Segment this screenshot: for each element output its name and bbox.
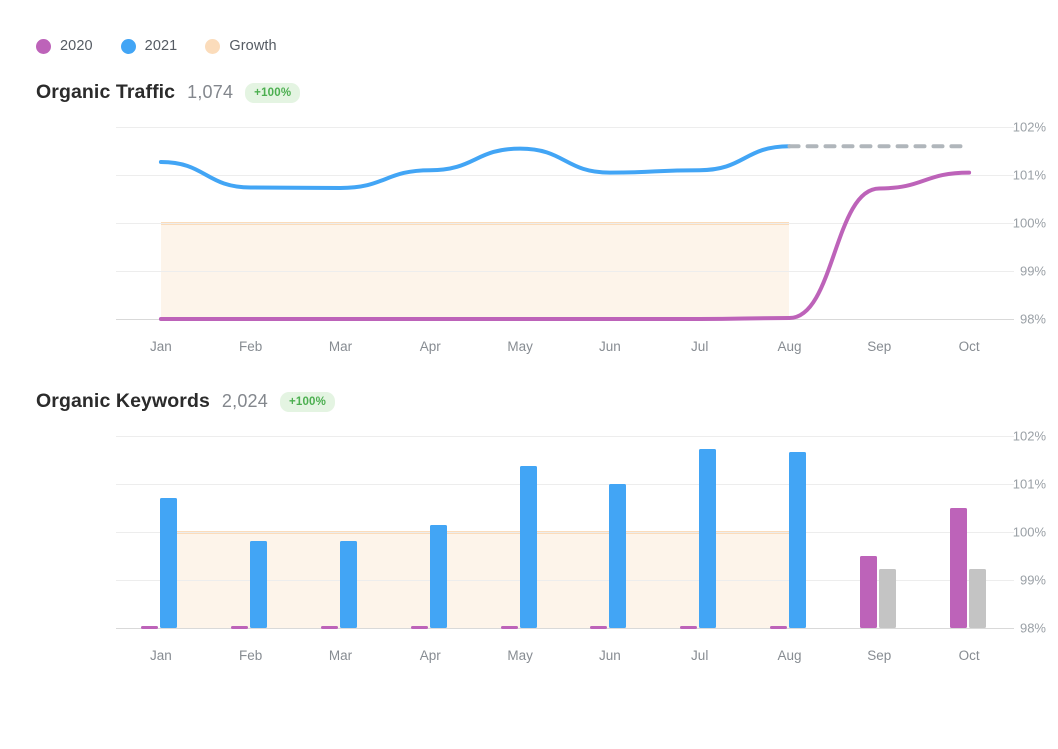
x-axis-tick-label: Aug (777, 648, 802, 663)
circle-icon (120, 38, 136, 54)
page-title: Organic Traffic (36, 81, 176, 103)
bar-2020-Feb[interactable] (231, 626, 249, 630)
bar-2021-forecast-Oct[interactable] (968, 569, 986, 628)
organic-keywords-header: Organic Keywords 2,024 +100% (0, 390, 1058, 414)
legend-label: Growth (229, 38, 277, 54)
bar-2020-Sep[interactable] (859, 556, 877, 628)
bar-2020-Oct[interactable] (949, 508, 967, 628)
legend-item-growth[interactable]: Growth (205, 38, 277, 54)
metric-value: 2,024 (221, 391, 268, 411)
x-axis-line (116, 628, 1014, 629)
gridline (116, 484, 1014, 485)
page-title: Organic Keywords (36, 390, 210, 412)
gridline (116, 532, 1014, 533)
circle-icon (36, 38, 51, 54)
bar-2020-Jan[interactable] (141, 626, 159, 630)
y-axis-tick-label: 100% (1012, 524, 1046, 540)
legend-label: 2020 (60, 38, 93, 54)
organic-traffic-header: Organic Traffic 1,074 +100% (0, 81, 1058, 105)
metric-value: 1,074 (187, 82, 234, 102)
x-axis-tick-label: Jul (691, 648, 709, 663)
bar-2020-Jun[interactable] (590, 626, 608, 630)
bar-2020-May[interactable] (500, 626, 518, 630)
y-axis-tick-label: 99% (1019, 572, 1046, 588)
y-axis-tick-label: 101% (1012, 476, 1046, 492)
line-series-2021 (158, 144, 792, 190)
x-axis-tick-label: Apr (419, 648, 441, 663)
x-axis-tick-label: Jan (150, 648, 172, 663)
line-series-2020 (158, 170, 972, 322)
status-badge: +100% (279, 392, 336, 412)
organic-traffic-chart[interactable]: 98% 99% 100% 101% 102% Jan Feb Mar Apr May Jun Jul A… (36, 115, 1046, 360)
bar-2020-Jul[interactable] (680, 626, 698, 630)
bar-2021-Aug[interactable] (789, 451, 806, 628)
x-axis-tick-label: Mar (328, 648, 353, 663)
circle-icon (205, 38, 221, 54)
line-plot-area (158, 144, 972, 322)
bar-2021-Jul[interactable] (699, 449, 717, 628)
gridline (116, 436, 1014, 437)
x-axis-tick-label: Jun (599, 648, 621, 663)
bar-2021-Feb[interactable] (250, 540, 268, 628)
x-axis-tick-label: Oct (958, 648, 980, 663)
bar-2020-Apr[interactable] (410, 626, 428, 630)
x-axis-tick-label: Feb (239, 648, 263, 663)
bar-2021-Apr[interactable] (429, 524, 447, 628)
legend-item-2020[interactable]: 2020 (36, 38, 93, 54)
bar-2021-forecast-Sep[interactable] (878, 569, 896, 628)
x-axis-tick-label: May (507, 648, 533, 663)
legend-item-2021[interactable]: 2021 (120, 38, 178, 54)
chart-legend: 2020 2021 Growth (0, 0, 1058, 59)
legend-label: 2021 (144, 38, 178, 54)
bar-2021-Jun[interactable] (609, 484, 627, 628)
organic-keywords-chart[interactable]: 98% 99% 100% 101% 102% Jan Feb Mar Apr May Jun Jul A… (36, 424, 1046, 669)
y-axis-tick-label: 98% (1019, 620, 1046, 636)
bar-2021-Jan[interactable] (160, 498, 178, 628)
bar-2020-Mar[interactable] (321, 626, 338, 630)
x-axis-tick-label: Sep (867, 648, 892, 663)
status-badge: +100% (245, 83, 301, 103)
bar-2021-Mar[interactable] (340, 540, 357, 628)
bar-2021-May[interactable] (519, 466, 537, 628)
y-axis-tick-label: 102% (1012, 428, 1046, 444)
bar-2020-Aug[interactable] (770, 626, 787, 630)
